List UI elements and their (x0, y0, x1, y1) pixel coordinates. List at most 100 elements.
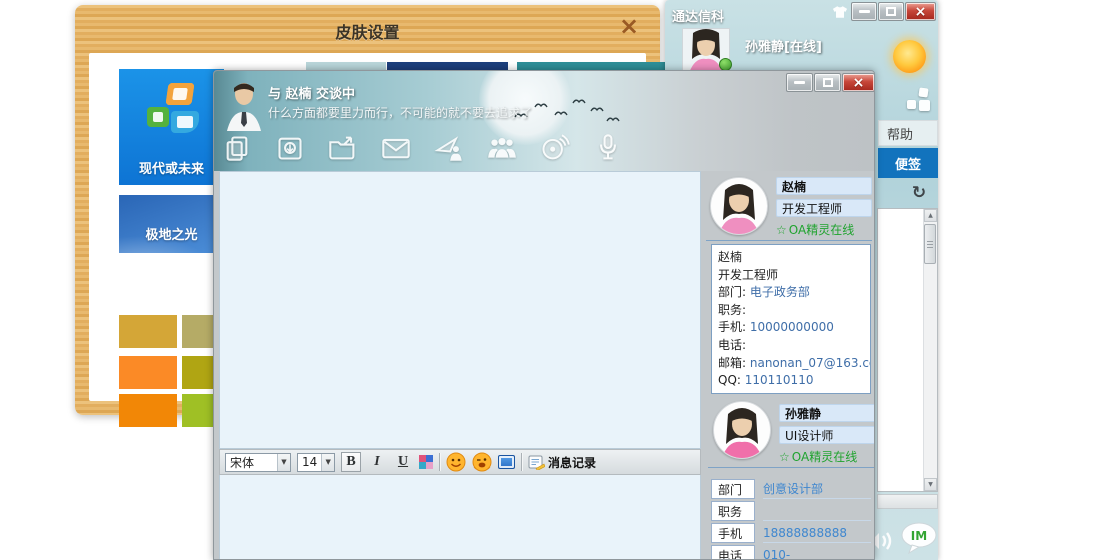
font-family-value: 宋体 (230, 455, 255, 470)
italic-button[interactable]: I (367, 452, 387, 472)
self-name: 孙雅静 (779, 404, 874, 422)
scrollbar[interactable]: ▲ ▼ (923, 209, 937, 491)
chat-header: 与 赵楠 交谈中 什么方面都要里力而行，不可能的就不要去追求了 × (214, 71, 874, 171)
panel-resize-strip[interactable] (877, 494, 938, 509)
im-badge-text: IM (911, 529, 927, 543)
maximize-icon (886, 7, 896, 16)
sun-weather-icon (893, 40, 926, 73)
underline-button[interactable]: U (393, 452, 413, 472)
info-value[interactable]: 010- (763, 545, 871, 560)
info-label: 电话 (711, 545, 755, 559)
copy-icon[interactable] (220, 132, 253, 165)
color-swatch[interactable] (119, 394, 177, 427)
info-value[interactable]: 18888888888 (763, 523, 871, 543)
peer-signature: 什么方面都要里力而行，不可能的就不要去追求了 (268, 106, 533, 120)
font-size-select[interactable]: 14 ▼ (297, 452, 335, 472)
tab-memo[interactable]: 便签 (878, 148, 938, 178)
tongda-logo-icon (145, 83, 199, 139)
bird-decoration (572, 99, 586, 104)
close-icon[interactable]: × (616, 12, 642, 40)
app-title: 通达信科 (672, 10, 725, 25)
self-job-title: UI设计师 (779, 426, 874, 444)
editor-toolbar: 宋体 ▼ 14 ▼ B I U 消息记录 (219, 449, 701, 475)
close-button[interactable]: × (842, 73, 874, 92)
font-size-value: 14 (302, 455, 318, 469)
current-user-status: 孙雅静[在线] (745, 40, 822, 55)
skin-tile-modern[interactable]: 现代或未来 (119, 69, 224, 185)
desktop: 皮肤设置 × 现代或未来 极地之光 通达信科 × 孙雅静[在线] 帮助 便签 ↻… (0, 0, 1100, 560)
font-color-icon[interactable] (419, 455, 433, 469)
bird-decoration (606, 117, 620, 122)
divider (706, 240, 872, 241)
minimize-icon (794, 81, 805, 84)
skin-tile-polar[interactable]: 极地之光 (119, 195, 224, 253)
refresh-icon[interactable]: ↻ (908, 182, 930, 204)
chevron-down-icon: ▼ (277, 453, 290, 471)
star-icon: ☆ (779, 449, 790, 464)
minimize-button[interactable] (851, 2, 877, 21)
message-history-button[interactable]: 消息记录 (528, 454, 596, 471)
scrollbar-thumb[interactable] (924, 224, 936, 264)
skin-window-title: 皮肤设置 (335, 23, 400, 42)
skin-tile-label: 极地之光 (145, 228, 198, 243)
peer-avatar (224, 79, 264, 131)
info-label: 部门 (711, 479, 755, 499)
scroll-down-icon[interactable]: ▼ (924, 478, 937, 491)
group-chat-icon[interactable] (485, 132, 518, 165)
divider (708, 467, 874, 468)
skin-shirt-icon[interactable] (831, 2, 849, 21)
mail-icon[interactable] (379, 132, 412, 165)
message-input-area[interactable] (219, 475, 701, 559)
contact-name: 赵楠 (776, 177, 872, 195)
chat-title: 与 赵楠 交谈中 (268, 87, 356, 102)
close-button[interactable]: × (905, 2, 936, 21)
minimize-button[interactable] (786, 73, 813, 92)
color-swatch[interactable] (119, 356, 177, 389)
message-display-area[interactable] (219, 171, 701, 449)
maximize-icon (822, 78, 833, 87)
skin-tile-label: 现代或未来 (138, 162, 204, 177)
info-label: 职务 (711, 501, 755, 521)
self-avatar (713, 401, 771, 459)
scroll-up-icon[interactable]: ▲ (924, 209, 937, 222)
apps-grid-icon[interactable] (905, 87, 933, 115)
bird-decoration (554, 111, 568, 116)
history-label: 消息记录 (548, 455, 597, 470)
minimize-icon (858, 10, 870, 13)
chevron-down-icon: ▼ (321, 453, 334, 471)
emoticon-smile-icon[interactable] (446, 452, 466, 472)
close-icon: × (914, 3, 927, 20)
contact-detail-box: 赵楠 开发工程师 部门: 电子政务部 职务: 手机: 10000000000 电… (711, 244, 871, 394)
contact-avatar (710, 177, 768, 235)
contact-oa-status[interactable]: ☆ OA精灵在线 (776, 221, 854, 238)
chat-toolbar (220, 129, 624, 167)
capture-icon[interactable] (273, 132, 306, 165)
divider (439, 453, 440, 471)
font-family-select[interactable]: 宋体 ▼ (225, 452, 291, 472)
maximize-button[interactable] (878, 2, 904, 21)
microphone-icon[interactable] (591, 132, 624, 165)
info-value[interactable]: 创意设计部 (763, 479, 871, 499)
close-icon: × (852, 74, 865, 91)
remote-assist-icon[interactable] (432, 132, 465, 165)
divider (521, 453, 522, 471)
info-value[interactable] (763, 501, 871, 521)
memo-panel: ▲ ▼ (877, 208, 938, 492)
info-label: 手机 (711, 523, 755, 543)
history-note-icon (528, 455, 545, 470)
self-oa-status[interactable]: ☆ OA精灵在线 (779, 448, 857, 465)
bird-decoration (590, 107, 604, 112)
emoticon-wink-icon[interactable] (472, 452, 492, 472)
tab-help[interactable]: 帮助 (878, 120, 938, 146)
contact-job-title: 开发工程师 (776, 199, 872, 217)
bold-button[interactable]: B (341, 452, 361, 472)
chat-window: 与 赵楠 交谈中 什么方面都要里力而行，不可能的就不要去追求了 × 宋体 ▼ 1… (213, 70, 875, 560)
im-bubble-icon[interactable]: IM (900, 522, 938, 556)
star-icon: ☆ (776, 222, 787, 237)
color-swatch[interactable] (119, 315, 177, 348)
bird-decoration (534, 103, 548, 108)
send-file-icon[interactable] (326, 132, 359, 165)
screen-capture-icon[interactable] (498, 455, 515, 469)
maximize-button[interactable] (814, 73, 841, 92)
voice-call-icon[interactable] (538, 132, 571, 165)
